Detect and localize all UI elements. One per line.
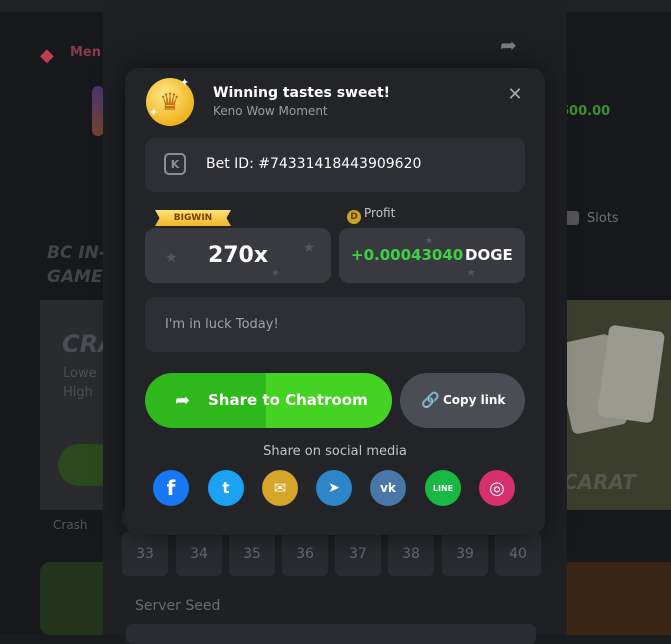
profit-value: +0.00043040 bbox=[351, 246, 464, 264]
menu-icon: ◆ bbox=[40, 45, 54, 66]
number-tile: 38 bbox=[388, 532, 434, 576]
doge-coin-icon: D bbox=[347, 210, 361, 224]
bet-id-row: K Bet ID: #74331418443909620 bbox=[145, 138, 525, 192]
crash-banner-line1: Lowe bbox=[63, 366, 97, 381]
close-icon[interactable]: ✕ bbox=[505, 84, 525, 105]
facebook-icon[interactable]: f bbox=[153, 470, 189, 506]
profit-box: ★ ★ +0.00043040 DOGE bbox=[339, 228, 525, 283]
sparkle-icon: ✦ bbox=[149, 106, 159, 119]
multiplier-box: ★ ★ ★ 270x bbox=[145, 228, 331, 283]
telegram-icon[interactable]: ➤ bbox=[316, 470, 352, 506]
number-tile: 40 bbox=[495, 532, 541, 576]
link-icon: 🔗 bbox=[421, 391, 440, 409]
crash-banner-text: Lowe High bbox=[63, 364, 97, 402]
bet-id-text: Bet ID: #74331418443909620 bbox=[206, 156, 422, 172]
number-tile: 39 bbox=[442, 532, 488, 576]
slots-tab: Slots bbox=[587, 211, 619, 226]
copy-link-button[interactable]: 🔗 Copy link bbox=[400, 373, 525, 428]
line-icon[interactable]: LINE bbox=[425, 470, 461, 506]
profit-currency: DOGE bbox=[465, 246, 513, 264]
twitter-icon[interactable]: t bbox=[208, 470, 244, 506]
comment-field-wrapper bbox=[145, 297, 525, 352]
modal-subtitle: Keno Wow Moment bbox=[213, 104, 328, 118]
share-arrow-icon: ➦ bbox=[175, 390, 191, 411]
profit-label: D Profit bbox=[347, 206, 395, 224]
star-icon: ★ bbox=[466, 266, 476, 279]
comment-input[interactable] bbox=[145, 297, 525, 352]
copy-link-label: Copy link bbox=[443, 393, 506, 407]
number-tile: 35 bbox=[229, 532, 275, 576]
number-tile: 36 bbox=[282, 532, 328, 576]
menu-label: Men bbox=[70, 45, 102, 60]
multiplier-value: 270x bbox=[207, 243, 269, 268]
card-image bbox=[596, 324, 666, 424]
share-win-modal: ♛ ✦ ✦ Winning tastes sweet! Keno Wow Mom… bbox=[125, 68, 545, 535]
social-share-row: f t ✉ ➤ vk LINE ◎ bbox=[153, 470, 523, 506]
share-icon: ➦ bbox=[500, 33, 517, 57]
keno-logo-icon: K bbox=[164, 153, 186, 175]
instagram-icon[interactable]: ◎ bbox=[479, 470, 515, 506]
number-tile: 37 bbox=[335, 532, 381, 576]
social-share-title: Share on social media bbox=[263, 444, 407, 459]
bigwin-badge: BIGWIN bbox=[155, 210, 231, 226]
email-icon[interactable]: ✉ bbox=[262, 470, 298, 506]
number-tile: 34 bbox=[176, 532, 222, 576]
number-tile: 33 bbox=[122, 532, 168, 576]
baccarat-banner-title: CARAT bbox=[563, 470, 636, 494]
sparkle-icon: ✦ bbox=[180, 76, 190, 89]
balance-amount: 600.00 bbox=[560, 104, 611, 119]
share-to-chatroom-label: Share to Chatroom bbox=[208, 391, 368, 409]
profit-label-text: Profit bbox=[364, 206, 396, 220]
crash-banner-line2: High bbox=[63, 385, 93, 400]
modal-title: Winning tastes sweet! bbox=[213, 85, 391, 101]
server-seed-field bbox=[126, 624, 536, 644]
slots-icon bbox=[565, 211, 579, 225]
server-seed-label: Server Seed bbox=[135, 598, 221, 614]
vk-icon[interactable]: vk bbox=[370, 470, 406, 506]
share-to-chatroom-button[interactable]: ➦ Share to Chatroom bbox=[145, 373, 392, 428]
crash-label: Crash bbox=[53, 518, 88, 532]
